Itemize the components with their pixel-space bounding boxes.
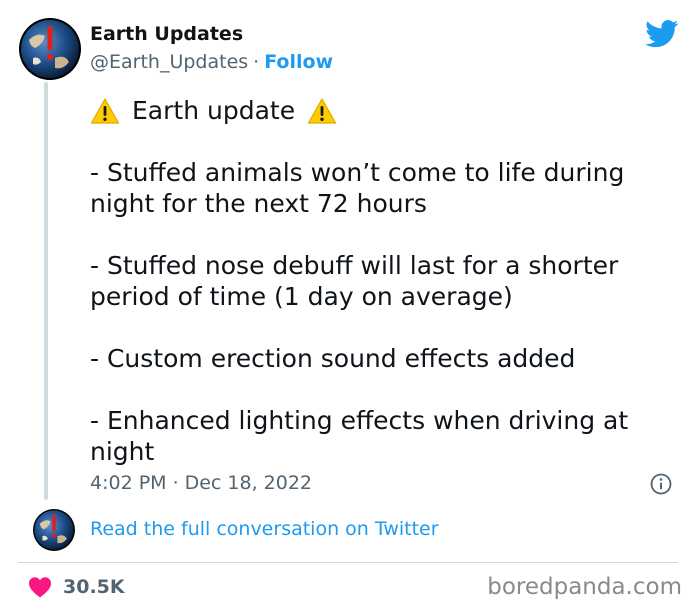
tweet-headline: Earth update [90, 95, 675, 126]
handle-separator: · [253, 51, 260, 73]
tweet-date: Dec 18, 2022 [184, 472, 313, 494]
tweet-timestamp[interactable]: 4:02 PM · Dec 18, 2022 [90, 471, 312, 495]
tweet-paragraph: - Stuffed nose debuff will last for a sh… [90, 251, 619, 311]
headline-text: Earth update [132, 96, 296, 125]
earth-warning-avatar-icon [33, 509, 75, 551]
follow-button[interactable]: Follow [264, 51, 333, 73]
tweet-text: Earth update - Stuffed animals won’t com… [90, 95, 675, 467]
earth-warning-avatar-icon [19, 18, 81, 80]
divider [18, 562, 678, 563]
source-watermark: boredpanda.com [487, 574, 682, 600]
author-avatar[interactable] [19, 18, 81, 80]
warning-icon [307, 97, 337, 125]
read-conversation-link[interactable]: Read the full conversation on Twitter [90, 517, 439, 541]
heart-icon [28, 576, 52, 598]
author-name[interactable]: Earth Updates [90, 22, 243, 46]
like-count: 30.5K [63, 576, 125, 598]
like-button[interactable]: 30.5K [28, 575, 125, 599]
twitter-bird-icon[interactable] [645, 20, 679, 48]
timestamp-separator: · [172, 472, 179, 494]
tweet-paragraph: - Custom erection sound effects added [90, 344, 576, 373]
tweet-time: 4:02 PM [90, 472, 167, 494]
conversation-avatar[interactable] [33, 509, 75, 551]
author-handle-row: @Earth_Updates · Follow [90, 50, 333, 74]
tweet-paragraph: - Stuffed animals won’t come to life dur… [90, 158, 625, 218]
info-icon[interactable] [650, 473, 672, 495]
tweet-paragraph: - Enhanced lighting effects when driving… [90, 406, 629, 466]
author-handle[interactable]: @Earth_Updates [90, 51, 248, 73]
warning-icon [90, 97, 120, 125]
thread-connector-line [44, 82, 48, 500]
